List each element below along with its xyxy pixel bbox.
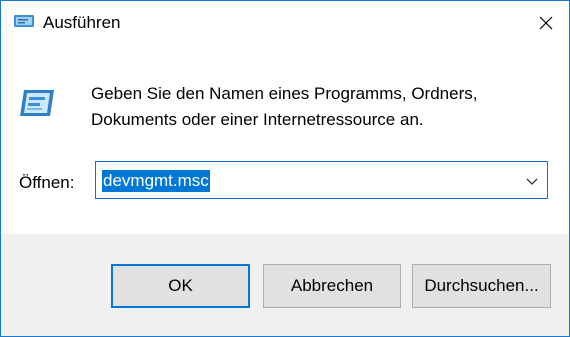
- open-input-value[interactable]: devmgmt.msc: [102, 170, 210, 192]
- dialog-description: Geben Sie den Namen eines Programms, Ord…: [91, 84, 478, 129]
- browse-button[interactable]: Durchsuchen...: [412, 264, 551, 308]
- title-bar[interactable]: Ausführen: [1, 1, 569, 45]
- close-icon: [539, 16, 553, 30]
- open-combobox[interactable]: devmgmt.msc: [95, 161, 548, 199]
- ok-button[interactable]: OK: [111, 264, 250, 308]
- button-bar: OK Abbrechen Durchsuchen...: [1, 234, 569, 336]
- cancel-button[interactable]: Abbrechen: [263, 264, 401, 308]
- run-dialog: Ausführen Geben Sie den Namen eines Prog…: [0, 0, 570, 337]
- window-title: Ausführen: [43, 13, 121, 32]
- chevron-down-icon[interactable]: [525, 174, 539, 188]
- run-app-icon: [14, 15, 34, 27]
- dialog-content: Geben Sie den Namen eines Programms, Ord…: [1, 45, 569, 234]
- open-label: Öffnen:: [19, 173, 75, 192]
- run-program-icon: [20, 90, 54, 116]
- close-button[interactable]: [523, 1, 569, 45]
